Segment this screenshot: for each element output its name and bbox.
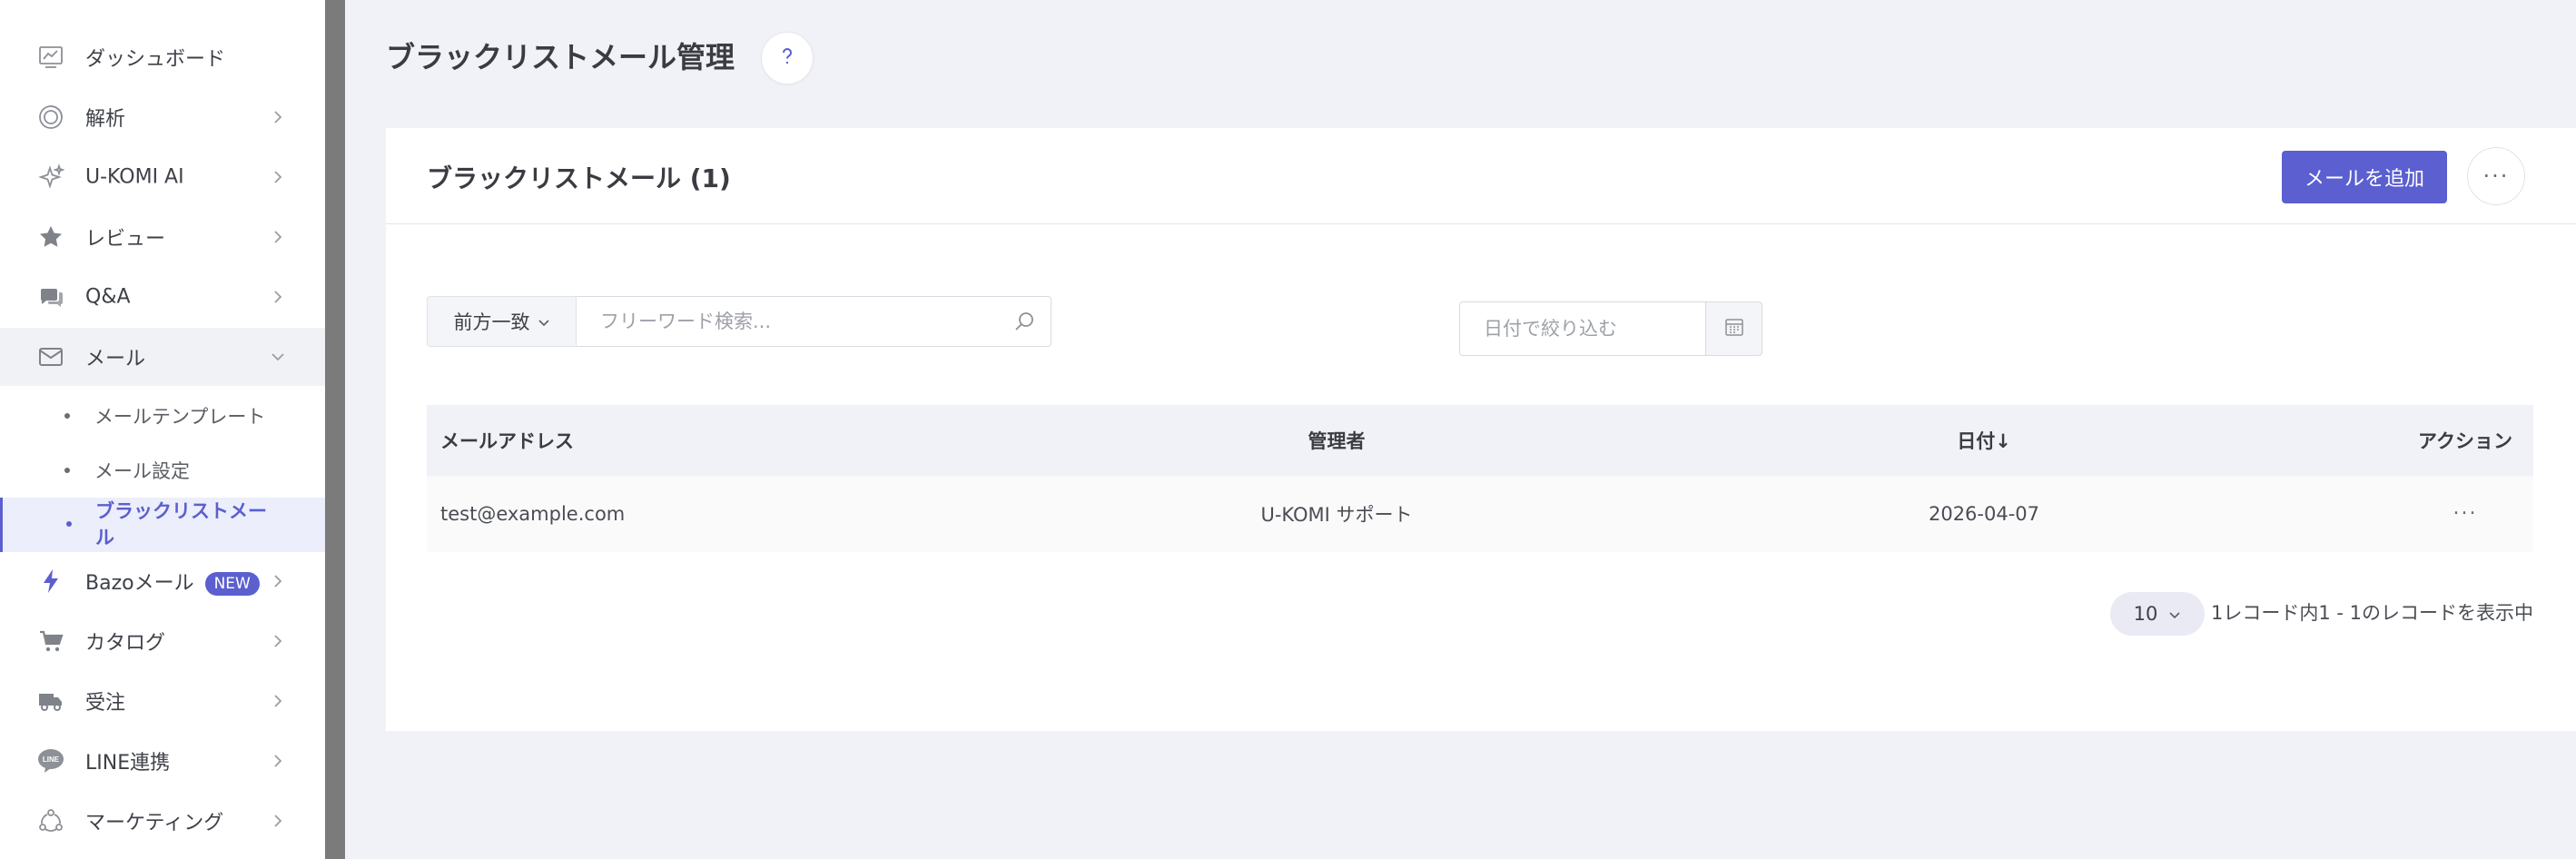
date-filter-input[interactable] (1460, 302, 1705, 355)
table-header-row: メールアドレス 管理者 日付↓ アクション (427, 405, 2533, 476)
chevron-right-icon (271, 754, 285, 768)
star-icon (36, 222, 65, 252)
sidebar-subitem-mail-settings[interactable]: メール設定 (0, 445, 325, 496)
blacklist-card: ブラックリストメール (1) メールを追加 ··· 前方一致 メールアドレス 管… (386, 128, 2576, 731)
card-header: ブラックリストメール (1) メールを追加 ··· (386, 128, 2576, 224)
search-input[interactable] (577, 297, 1051, 346)
lightning-icon (36, 567, 65, 596)
chevron-down-icon (538, 311, 550, 332)
chevron-right-icon (271, 230, 285, 244)
question-icon (775, 44, 799, 72)
match-mode-select[interactable]: 前方一致 (427, 296, 577, 347)
sidebar-item-label: マーケティング (85, 812, 224, 834)
sidebar-subitem-blacklist-mail[interactable]: ブラックリストメール (0, 498, 325, 552)
cell-date: 2026-04-07 (1928, 503, 2040, 525)
bullet-dot (66, 521, 72, 527)
chevron-down-icon (2168, 603, 2181, 625)
add-mail-button[interactable]: メールを追加 (2282, 151, 2447, 203)
mail-icon (36, 342, 65, 371)
new-badge: NEW (204, 572, 260, 596)
chevron-right-icon (271, 290, 285, 304)
page-title: ブラックリストメール管理 (386, 40, 735, 74)
marketing-icon (36, 806, 65, 835)
help-button[interactable] (761, 32, 814, 84)
sidebar-item-ukomi-ai[interactable]: U-KOMI AI (0, 148, 325, 206)
svg-text:LINE: LINE (43, 755, 60, 764)
sidebar-item-analytics[interactable]: 解析 (0, 88, 325, 146)
sidebar-scrollbar[interactable] (325, 0, 345, 859)
page-size-select[interactable]: 10 (2110, 592, 2205, 636)
sidebar-item-label: LINE連携 (85, 752, 171, 775)
search-icon[interactable] (1012, 310, 1036, 333)
sparkle-icon (36, 163, 65, 192)
match-mode-label: 前方一致 (453, 311, 530, 333)
sidebar-item-label: 解析 (85, 108, 126, 131)
chevron-right-icon (271, 814, 285, 828)
sidebar-item-orders[interactable]: 受注 (0, 672, 325, 730)
chevron-right-icon (271, 694, 285, 708)
sidebar-item-label: Bazoメール NEW (85, 567, 260, 596)
sidebar-item-label: メール (85, 348, 146, 370)
sidebar-item-qa[interactable]: Q&A (0, 268, 325, 326)
pagination-info: 1レコード内1 - 1のレコードを表示中 (2210, 602, 2533, 624)
calendar-button[interactable] (1706, 301, 1762, 356)
analytics-icon (36, 103, 65, 132)
sidebar-item-dashboard[interactable]: ダッシュボード (0, 28, 325, 86)
search-field (577, 296, 1051, 347)
cell-email: test@example.com (440, 503, 626, 525)
page-size-value: 10 (2133, 603, 2158, 625)
card-title: ブラックリストメール (1) (427, 163, 731, 193)
date-filter-field (1459, 301, 1706, 356)
sidebar-item-label: 受注 (85, 692, 126, 715)
truck-icon (36, 686, 65, 716)
sidebar-item-reviews[interactable]: レビュー (0, 208, 325, 266)
chevron-right-icon (271, 574, 285, 588)
sidebar-subitem-label: メールテンプレート (94, 406, 266, 428)
row-action-more-button[interactable]: ··· (2397, 503, 2533, 526)
column-header-action: アクション (2418, 430, 2512, 452)
cell-admin: U-KOMI サポート (1260, 504, 1413, 526)
more-options-button[interactable]: ··· (2467, 147, 2525, 205)
column-header-date[interactable]: 日付↓ (1957, 427, 2011, 454)
sidebar-item-label: Q&A (85, 285, 131, 309)
chevron-right-icon (271, 110, 285, 124)
table-row: test@example.com U-KOMI サポート 2026-04-07 … (427, 476, 2533, 552)
sidebar-item-label: ダッシュボード (85, 48, 226, 71)
sidebar-item-bazo-mail[interactable]: Bazoメール NEW (0, 552, 325, 610)
sidebar-subitem-mail-template[interactable]: メールテンプレート (0, 390, 325, 441)
sidebar: ダッシュボード 解析 U-KOMI AI レビュー Q&A メール メールテンプ… (0, 0, 325, 859)
sidebar-subitem-label: ブラックリストメール (95, 500, 267, 548)
chevron-right-icon (271, 170, 285, 184)
sidebar-item-label: U-KOMI AI (85, 165, 184, 189)
chevron-right-icon (271, 634, 285, 648)
chat-icon (36, 282, 65, 311)
line-icon: LINE (36, 746, 65, 775)
bullet-dot (64, 413, 70, 419)
sidebar-item-mail[interactable]: メール (0, 328, 325, 386)
sidebar-item-label: カタログ (85, 632, 166, 655)
sidebar-item-label: レビュー (85, 228, 166, 251)
sidebar-subitem-label: メール設定 (94, 460, 190, 482)
column-header-email[interactable]: メールアドレス (440, 427, 574, 454)
cart-icon (36, 627, 65, 656)
column-header-admin[interactable]: 管理者 (1308, 427, 1366, 454)
more-horizontal-icon: ··· (2482, 163, 2510, 189)
sidebar-item-catalog[interactable]: カタログ (0, 612, 325, 670)
sidebar-item-label-text: Bazoメール (85, 572, 194, 595)
bullet-dot (64, 468, 70, 473)
blacklist-table: メールアドレス 管理者 日付↓ アクション test@example.com U… (427, 405, 2533, 552)
sidebar-item-marketing[interactable]: マーケティング (0, 792, 325, 850)
sidebar-item-line[interactable]: LINE LINE連携 (0, 732, 325, 790)
calendar-icon (1724, 317, 1744, 341)
dashboard-icon (36, 43, 65, 72)
chevron-down-icon (271, 350, 285, 364)
